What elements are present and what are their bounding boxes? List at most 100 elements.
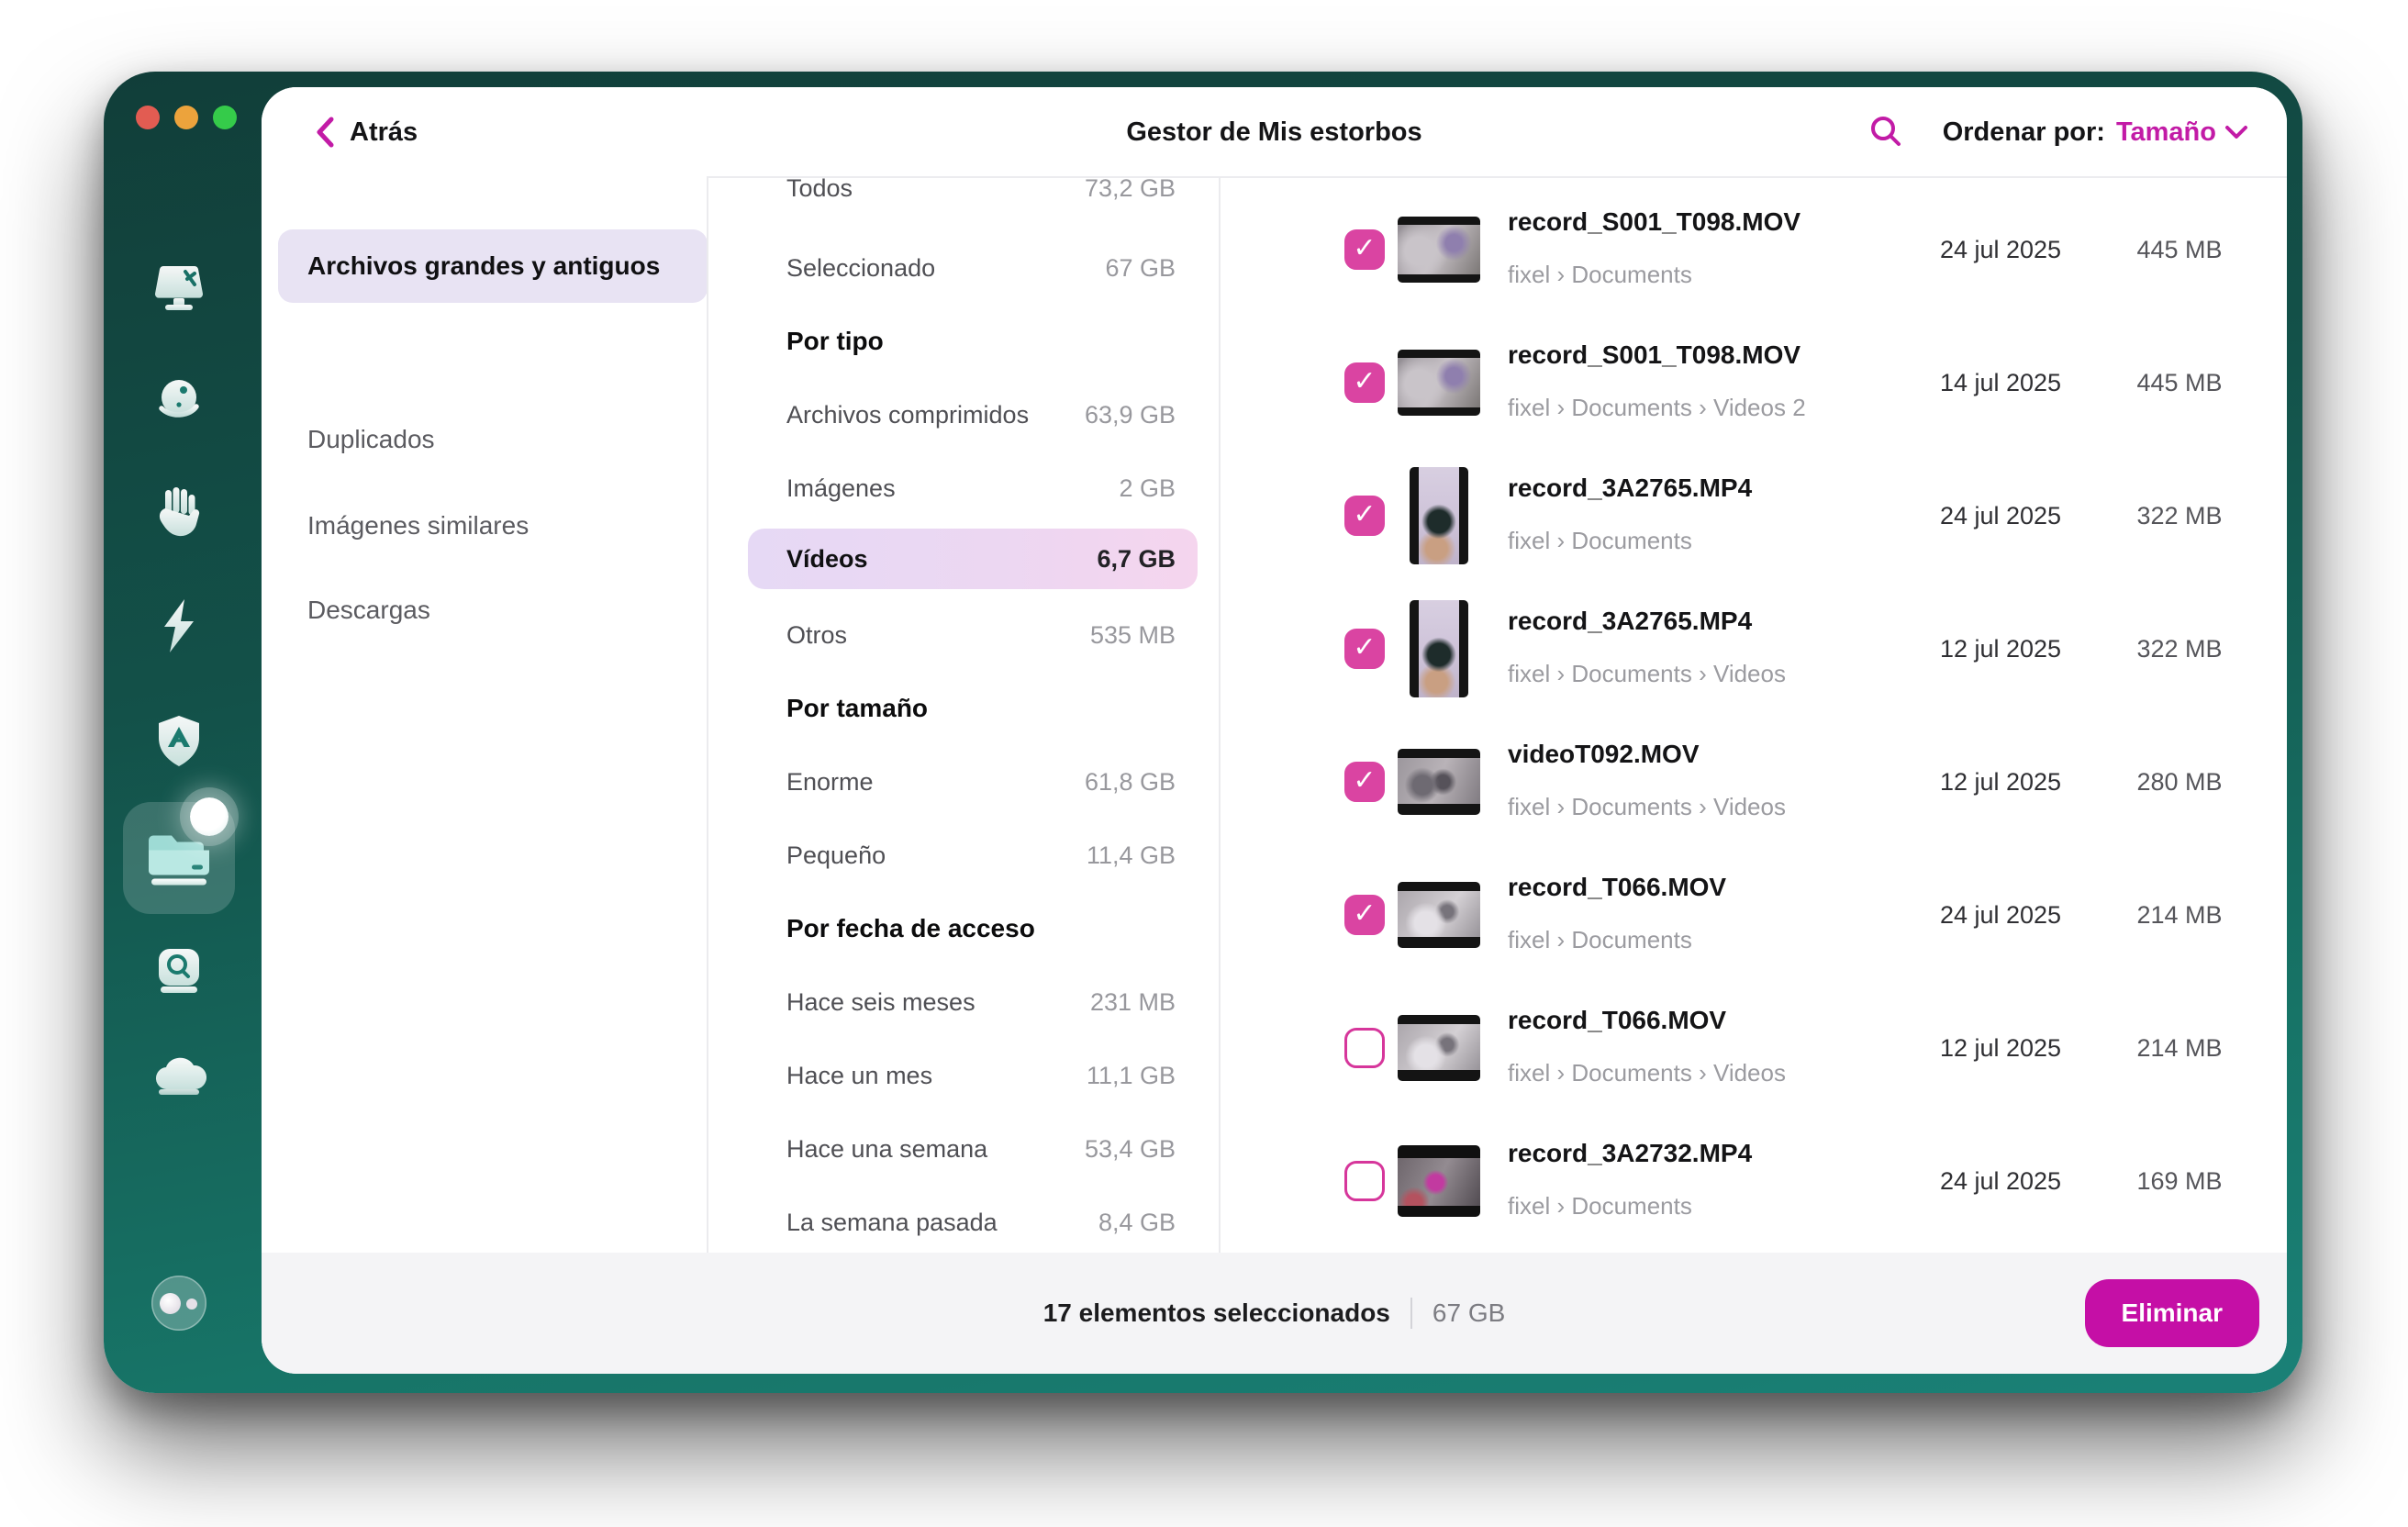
file-size: 445 MB	[2088, 317, 2271, 449]
category-todos[interactable]: Todos73,2 GB	[748, 177, 1198, 218]
lens-icon[interactable]	[154, 946, 204, 996]
checkmark-icon: ✓	[1353, 235, 1376, 262]
file-row[interactable]: ✓ record_3A2732.MP4 fixel › Documents 24…	[1221, 1115, 2287, 1247]
app-window: Atrás Gestor de Mis estorbos Ordenar por…	[104, 72, 2302, 1393]
file-row[interactable]: ✓ record_T066.MOV fixel › Documents 24 j…	[1221, 849, 2287, 981]
checkmark-icon: ✓	[1353, 501, 1376, 529]
file-date: 24 jul 2025	[1890, 450, 2111, 582]
file-date: 12 jul 2025	[1890, 982, 2111, 1114]
file-checkbox[interactable]: ✓	[1344, 762, 1385, 802]
file-name: videoT092.MOV	[1508, 740, 1700, 769]
file-checkbox[interactable]: ✓	[1344, 496, 1385, 536]
file-checkbox[interactable]: ✓	[1344, 1028, 1385, 1068]
checkmark-icon: ✓	[1353, 767, 1376, 795]
selection-summary: 17 elementos seleccionados 67 GB	[1043, 1298, 1506, 1329]
sidebar-item-descargas[interactable]: Descargas	[278, 574, 708, 647]
file-path: fixel › Documents	[1508, 261, 1692, 289]
notification-dot	[190, 797, 229, 836]
category-hace-un-mes[interactable]: Hace un mes11,1 GB	[748, 1045, 1198, 1106]
category-imagenes[interactable]: Imágenes2 GB	[748, 458, 1198, 518]
footer-separator	[1410, 1298, 1412, 1329]
file-checkbox[interactable]: ✓	[1344, 895, 1385, 935]
file-name: record_S001_T098.MOV	[1508, 340, 1800, 370]
selection-footer: 17 elementos seleccionados 67 GB Elimina…	[262, 1253, 2287, 1374]
checkmark-icon: ✓	[1353, 368, 1376, 396]
section-por-tipo: Por tipo	[748, 311, 1198, 372]
category-archivos-comprimidos[interactable]: Archivos comprimidos63,9 GB	[748, 385, 1198, 445]
file-row[interactable]: ✓ record_T066.MOV fixel › Documents › Vi…	[1221, 982, 2287, 1114]
app-dock	[104, 72, 262, 1393]
hand-icon[interactable]	[153, 486, 205, 543]
section-por-tamano: Por tamaño	[748, 678, 1198, 739]
scanner-desk-icon[interactable]	[150, 261, 207, 314]
file-name: record_T066.MOV	[1508, 1006, 1726, 1035]
file-name: record_S001_T098.MOV	[1508, 207, 1800, 237]
file-checkbox[interactable]: ✓	[1344, 362, 1385, 403]
category-hace-seis-meses[interactable]: Hace seis meses231 MB	[748, 972, 1198, 1032]
file-size: 214 MB	[2088, 849, 2271, 981]
delete-button[interactable]: Eliminar	[2085, 1279, 2259, 1347]
file-path: fixel › Documents	[1508, 527, 1692, 555]
checkmark-icon: ✓	[1353, 634, 1376, 662]
file-size: 445 MB	[2088, 184, 2271, 316]
sidebar-item-imagenes-similares[interactable]: Imágenes similares	[278, 489, 708, 563]
file-size: 322 MB	[2088, 450, 2271, 582]
bubble-dot-large	[160, 1293, 181, 1314]
sidebar-item-archivos-grandes[interactable]: Archivos grandes y antiguos	[278, 229, 708, 303]
sidebar-item-label: Imágenes similares	[307, 511, 529, 541]
sort-value: Tamaño	[2116, 117, 2216, 148]
sidebar-nav: Archivos grandes y antiguos Duplicados I…	[262, 177, 707, 1253]
file-date: 24 jul 2025	[1890, 849, 2111, 981]
file-path: fixel › Documents › Videos 2	[1508, 394, 1806, 422]
file-row[interactable]: ✓ record_S001_T098.MOV fixel › Documents…	[1221, 184, 2287, 316]
sidebar-item-duplicados[interactable]: Duplicados	[278, 403, 708, 476]
file-date: 24 jul 2025	[1890, 184, 2111, 316]
file-row[interactable]: ✓ record_S001_T098.MOV fixel › Documents…	[1221, 317, 2287, 449]
folder-icon	[146, 829, 212, 892]
header: Atrás Gestor de Mis estorbos Ordenar por…	[262, 87, 2287, 177]
category-enorme[interactable]: Enorme61,8 GB	[748, 752, 1198, 812]
file-row[interactable]: ✓ videoT092.MOV fixel › Documents › Vide…	[1221, 716, 2287, 848]
shield-tent-icon[interactable]	[154, 714, 204, 769]
main-panel: Atrás Gestor de Mis estorbos Ordenar por…	[262, 87, 2287, 1374]
file-size: 280 MB	[2088, 716, 2271, 848]
video-thumbnail	[1398, 350, 1480, 416]
category-videos[interactable]: Vídeos6,7 GB	[748, 529, 1198, 589]
chevron-down-icon	[2224, 124, 2248, 140]
file-name: record_3A2732.MP4	[1508, 1139, 1752, 1168]
search-button[interactable]	[1865, 111, 1907, 153]
file-date: 24 jul 2025	[1890, 1115, 2111, 1247]
file-list: ✓ record_S001_T098.MOV fixel › Documents…	[1221, 177, 2287, 1253]
cloud-icon[interactable]	[151, 1056, 206, 1097]
file-path: fixel › Documents	[1508, 926, 1692, 954]
sidebar-item-label: Descargas	[307, 596, 430, 625]
category-la-semana-pasada[interactable]: La semana pasada8,4 GB	[748, 1192, 1198, 1253]
video-thumbnail	[1398, 882, 1480, 948]
file-checkbox[interactable]: ✓	[1344, 1161, 1385, 1201]
sort-dropdown[interactable]: Tamaño	[2116, 117, 2248, 148]
section-por-fecha: Por fecha de acceso	[748, 898, 1198, 959]
category-otros[interactable]: Otros535 MB	[748, 605, 1198, 665]
file-checkbox[interactable]: ✓	[1344, 629, 1385, 669]
screen: Atrás Gestor de Mis estorbos Ordenar por…	[0, 0, 2408, 1527]
category-seleccionado[interactable]: Seleccionado67 GB	[748, 238, 1198, 298]
file-checkbox[interactable]: ✓	[1344, 229, 1385, 270]
file-size: 169 MB	[2088, 1115, 2271, 1247]
assistant-bubble-icon[interactable]	[151, 1276, 206, 1331]
file-row[interactable]: ✓ record_3A2765.MP4 fixel › Documents 24…	[1221, 450, 2287, 582]
video-thumbnail	[1398, 1145, 1480, 1217]
file-name: record_3A2765.MP4	[1508, 474, 1752, 503]
file-size: 322 MB	[2088, 583, 2271, 715]
video-thumbnail	[1410, 467, 1468, 564]
category-pequeno[interactable]: Pequeño11,4 GB	[748, 825, 1198, 886]
category-hace-una-semana[interactable]: Hace una semana53,4 GB	[748, 1119, 1198, 1179]
file-name: record_3A2765.MP4	[1508, 607, 1752, 636]
file-date: 14 jul 2025	[1890, 317, 2111, 449]
file-path: fixel › Documents › Videos	[1508, 1059, 1786, 1087]
selected-count: 17 elementos seleccionados	[1043, 1299, 1390, 1328]
file-row[interactable]: ✓ record_3A2765.MP4 fixel › Documents › …	[1221, 583, 2287, 715]
selected-size: 67 GB	[1433, 1299, 1505, 1328]
sphere-icon[interactable]	[153, 375, 205, 427]
lightning-icon[interactable]	[157, 597, 201, 654]
file-date: 12 jul 2025	[1890, 583, 2111, 715]
